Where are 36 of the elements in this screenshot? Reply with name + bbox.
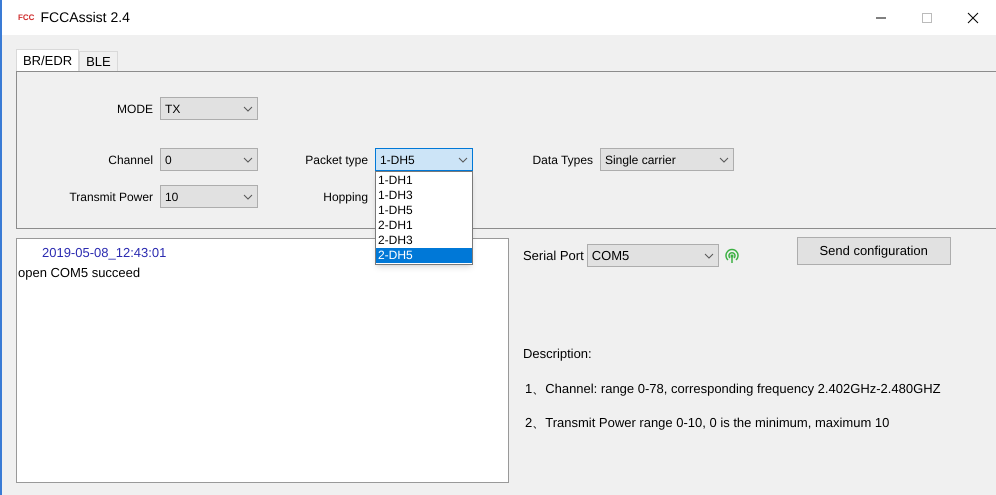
antenna-icon bbox=[724, 248, 740, 264]
dropdown[interactable]: Single carrier bbox=[600, 148, 734, 171]
field-label: Channel bbox=[107, 152, 153, 168]
field-label: Data Types bbox=[532, 152, 593, 168]
chevron-icon bbox=[719, 156, 729, 162]
dropdown-option[interactable]: 1-DH3 bbox=[376, 188, 472, 203]
app-logo: FCC bbox=[18, 12, 34, 24]
window-title: FCCAssist 2.4 bbox=[40, 8, 130, 27]
dropdown-option[interactable]: 2-DH1 bbox=[376, 218, 472, 233]
tab[interactable]: BLE bbox=[79, 51, 118, 71]
field-label: Serial Port bbox=[523, 246, 584, 265]
tab[interactable]: BR/EDR bbox=[16, 49, 80, 71]
field-label: Packet type bbox=[304, 152, 368, 168]
dropdown-option[interactable]: 1-DH5 bbox=[376, 203, 472, 218]
chevron-icon bbox=[704, 252, 714, 258]
dropdown[interactable]: 10 bbox=[160, 185, 258, 208]
description-title: Description: bbox=[523, 345, 593, 363]
dropdown[interactable]: 0 bbox=[160, 148, 258, 171]
chevron-icon bbox=[243, 194, 253, 200]
chevron-icon bbox=[243, 106, 253, 112]
chevron-icon bbox=[243, 156, 253, 162]
dropdown[interactable]: 1-DH5 bbox=[375, 148, 473, 171]
dropdown-option[interactable]: 1-DH1 bbox=[376, 173, 472, 188]
send-configuration-button[interactable]: Send configuration bbox=[796, 237, 951, 265]
field-label: Transmit Power bbox=[68, 188, 153, 206]
chevron-icon bbox=[458, 156, 468, 162]
log-timestamp: 2019-05-08_12:43:01 bbox=[42, 244, 166, 262]
dropdown[interactable]: COM5 bbox=[586, 244, 719, 267]
description-text: 1、Channel: range 0-78, corresponding frequency 2.402GHz-2.480GHZ bbox=[524, 380, 942, 398]
dropdown[interactable]: TX bbox=[160, 97, 258, 120]
dropdown-option[interactable]: 2-DH3 bbox=[376, 233, 472, 248]
dropdown-option[interactable]: 2-DH5 bbox=[376, 248, 472, 263]
log-message: open COM5 succeed bbox=[18, 264, 140, 282]
description-text: 2、Transmit Power range 0-10, 0 is the minimum, maximum 10 bbox=[524, 414, 890, 432]
field-label: Hopping bbox=[322, 188, 368, 206]
field-label: MODE bbox=[116, 100, 153, 118]
